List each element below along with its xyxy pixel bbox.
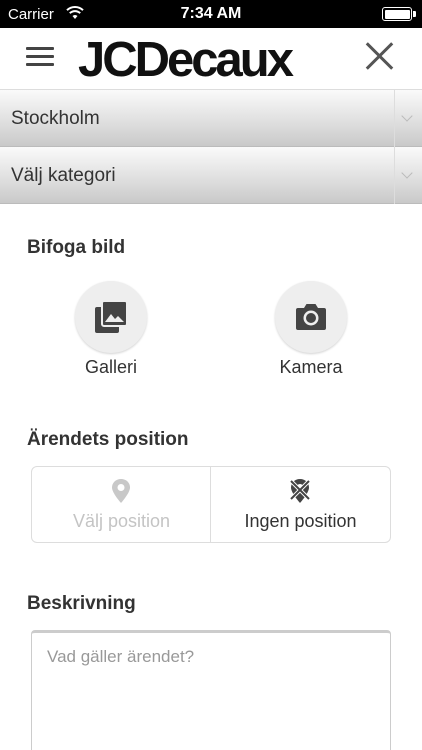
description-title: Beskrivning bbox=[27, 593, 136, 614]
chevron-down-icon bbox=[394, 147, 422, 204]
gallery-button[interactable] bbox=[75, 281, 147, 353]
choose-position-label: Välj position bbox=[72, 511, 171, 531]
battery-icon bbox=[382, 7, 416, 21]
close-icon[interactable] bbox=[362, 39, 396, 73]
no-location-icon bbox=[289, 479, 311, 503]
position-title: Ärendets position bbox=[27, 429, 189, 450]
camera-icon bbox=[296, 304, 326, 330]
no-position-button[interactable]: Ingen position bbox=[211, 467, 390, 542]
hamburger-menu-icon[interactable] bbox=[26, 45, 54, 67]
gallery-icon bbox=[95, 300, 128, 333]
choose-position-button[interactable]: Välj position bbox=[32, 467, 211, 542]
category-select[interactable]: Välj kategori bbox=[0, 147, 422, 204]
description-textarea[interactable] bbox=[31, 630, 391, 750]
nav-bar: JCDecaux bbox=[0, 28, 422, 90]
gallery-label: Galleri bbox=[84, 357, 137, 377]
no-position-label: Ingen position bbox=[244, 511, 357, 531]
camera-button[interactable] bbox=[275, 281, 347, 353]
camera-label: Kamera bbox=[279, 357, 343, 377]
category-select-value: Välj kategori bbox=[11, 165, 116, 186]
chevron-down-icon bbox=[394, 90, 422, 147]
city-select[interactable]: Stockholm bbox=[0, 90, 422, 147]
city-select-value: Stockholm bbox=[11, 108, 100, 129]
status-time: 7:34 AM bbox=[180, 5, 242, 22]
status-bar: Carrier 7:34 AM bbox=[0, 0, 422, 28]
map-pin-icon bbox=[112, 479, 130, 503]
attach-image-title: Bifoga bild bbox=[27, 237, 126, 258]
jcdecaux-logo: JCDecaux bbox=[78, 33, 294, 87]
position-options: Välj position Ingen position bbox=[31, 466, 391, 543]
